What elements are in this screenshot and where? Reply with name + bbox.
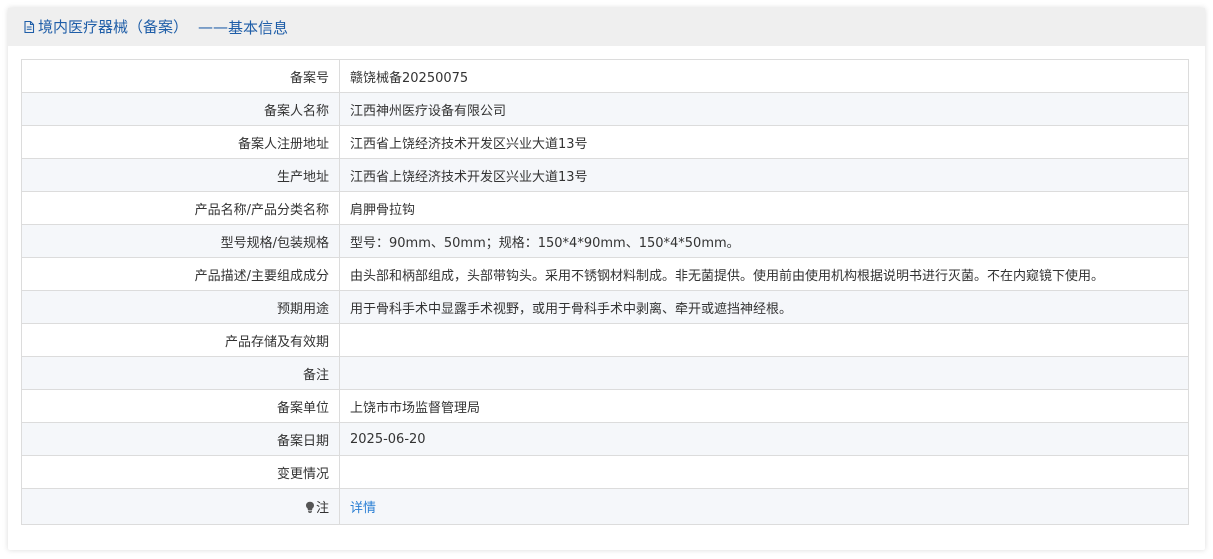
info-table: 备案号 赣饶械备20250075 备案人名称 江西神州医疗设备有限公司 备案人注…	[21, 59, 1189, 525]
row-value: 江西省上饶经济技术开发区兴业大道13号	[339, 125, 1189, 159]
title-separator: ——	[198, 18, 229, 36]
table-row: 生产地址 江西省上饶经济技术开发区兴业大道13号	[21, 158, 1189, 192]
row-value	[339, 455, 1189, 489]
detail-link[interactable]: 详情	[350, 501, 376, 516]
note-label: 注	[315, 501, 329, 516]
lightbulb-icon	[305, 501, 315, 513]
table-row: 备案单位 上饶市市场监督管理局	[21, 389, 1189, 423]
table-row: 产品名称/产品分类名称 肩胛骨拉钩	[21, 191, 1189, 225]
row-value: 肩胛骨拉钩	[339, 191, 1189, 225]
row-label: 备案日期	[21, 422, 340, 456]
table-row: 备案号 赣饶械备20250075	[21, 59, 1189, 93]
row-value: 江西神州医疗设备有限公司	[339, 92, 1189, 126]
row-label: 生产地址	[21, 158, 340, 192]
table-row: 备案人名称 江西神州医疗设备有限公司	[21, 92, 1189, 126]
row-label: 产品描述/主要组成成分	[21, 257, 340, 291]
row-value: 上饶市市场监督管理局	[339, 389, 1189, 423]
row-label: 变更情况	[21, 455, 340, 489]
row-label: 备案人名称	[21, 92, 340, 126]
row-label: 备案人注册地址	[21, 125, 340, 159]
row-label: 备注	[21, 356, 340, 390]
note-label-cell: 注	[21, 488, 340, 525]
row-value: 由头部和柄部组成，头部带钩头。采用不锈钢材料制成。非无菌提供。使用前由使用机构根…	[339, 257, 1189, 291]
table-row: 预期用途 用于骨科手术中显露手术视野，或用于骨科手术中剥离、牵开或遮挡神经根。	[21, 290, 1189, 324]
note-row: 注 详情	[21, 488, 1189, 525]
row-value: 用于骨科手术中显露手术视野，或用于骨科手术中剥离、牵开或遮挡神经根。	[339, 290, 1189, 324]
row-label: 备案单位	[21, 389, 340, 423]
row-label: 产品存储及有效期	[21, 323, 340, 357]
row-label: 型号规格/包装规格	[21, 224, 340, 258]
page-title: 境内医疗器械（备案）	[38, 17, 189, 36]
table-row: 备注	[21, 356, 1189, 390]
table-row: 变更情况	[21, 455, 1189, 489]
row-label: 备案号	[21, 59, 340, 93]
row-value: 赣饶械备20250075	[339, 59, 1189, 93]
row-value	[339, 323, 1189, 357]
row-value: 江西省上饶经济技术开发区兴业大道13号	[339, 158, 1189, 192]
row-value: 2025-06-20	[339, 422, 1189, 456]
note-value-cell: 详情	[339, 488, 1189, 525]
info-panel: 境内医疗器械（备案） —— 基本信息 备案号 赣饶械备20250075 备案人名…	[8, 8, 1205, 550]
row-value	[339, 356, 1189, 390]
table-row: 产品描述/主要组成成分 由头部和柄部组成，头部带钩头。采用不锈钢材料制成。非无菌…	[21, 257, 1189, 291]
panel-header: 境内医疗器械（备案） —— 基本信息	[8, 8, 1205, 46]
table-row: 型号规格/包装规格 型号：90mm、50mm；规格：150*4*90mm、150…	[21, 224, 1189, 258]
page-subtitle: 基本信息	[228, 18, 289, 37]
document-icon	[22, 20, 36, 34]
row-value: 型号：90mm、50mm；规格：150*4*90mm、150*4*50mm。	[339, 224, 1189, 258]
table-row: 备案人注册地址 江西省上饶经济技术开发区兴业大道13号	[21, 125, 1189, 159]
table-row: 备案日期 2025-06-20	[21, 422, 1189, 456]
row-label: 产品名称/产品分类名称	[21, 191, 340, 225]
row-label: 预期用途	[21, 290, 340, 324]
table-row: 产品存储及有效期	[21, 323, 1189, 357]
